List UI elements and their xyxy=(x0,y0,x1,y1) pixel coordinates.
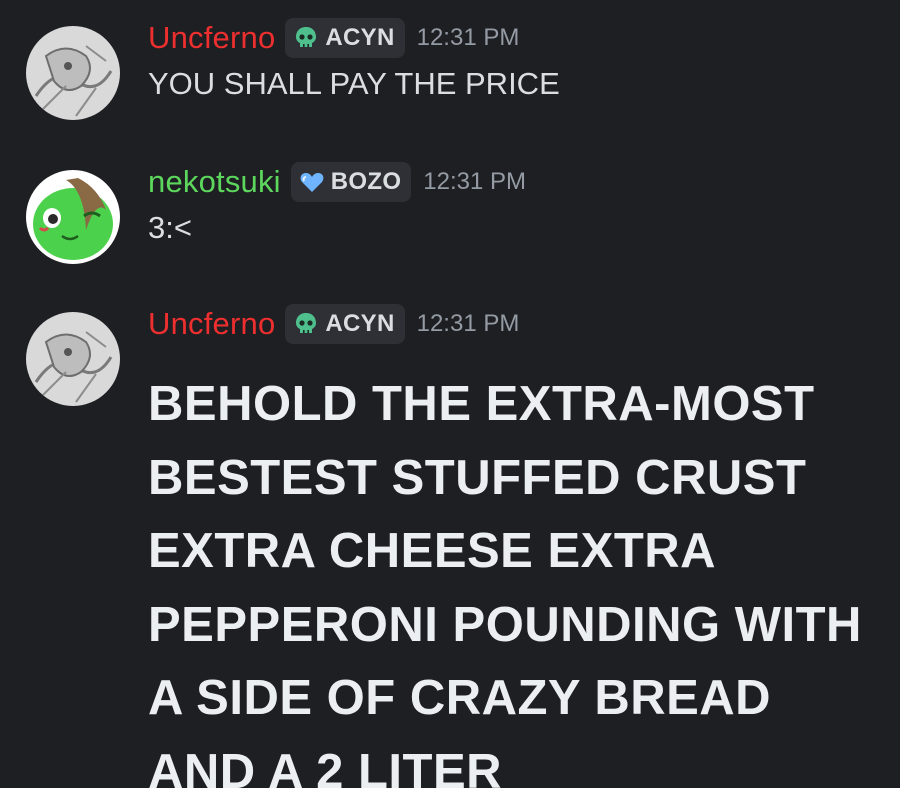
username[interactable]: Uncferno xyxy=(148,306,275,342)
message-header: nekotsuki BOZO 12:31 PM xyxy=(148,160,900,204)
message-content: YOU SHALL PAY THE PRICE xyxy=(148,66,560,101)
skull-icon xyxy=(293,311,319,337)
avatar[interactable] xyxy=(26,26,120,120)
message-header: Uncferno ACYN 12:31 PM xyxy=(148,16,900,60)
chat-message-list: Uncferno ACYN 12:31 PM YOU SHALL PAY THE… xyxy=(0,0,900,788)
message-content: 3:< xyxy=(148,210,192,245)
message-content: BEHOLD THE EXTRA-MOST BESTEST STUFFED CR… xyxy=(148,377,862,788)
chat-message: Uncferno ACYN 12:31 PM BEHOLD THE EXTRA-… xyxy=(0,302,900,788)
skull-icon xyxy=(293,25,319,51)
avatar[interactable] xyxy=(26,170,120,264)
chat-message: Uncferno ACYN 12:31 PM YOU SHALL PAY THE… xyxy=(0,16,900,120)
guild-tag[interactable]: ACYN xyxy=(285,304,405,344)
heart-icon xyxy=(299,169,325,195)
timestamp[interactable]: 12:31 PM xyxy=(423,168,526,196)
timestamp[interactable]: 12:31 PM xyxy=(417,24,520,52)
guild-tag[interactable]: ACYN xyxy=(285,18,405,58)
guild-tag-label: ACYN xyxy=(325,24,395,51)
message-header: Uncferno ACYN 12:31 PM xyxy=(148,302,900,346)
username[interactable]: nekotsuki xyxy=(148,164,281,200)
guild-tag[interactable]: BOZO xyxy=(290,162,412,202)
username[interactable]: Uncferno xyxy=(148,20,275,56)
guild-tag-label: ACYN xyxy=(325,310,395,337)
chat-message: nekotsuki BOZO 12:31 PM 3:< xyxy=(0,160,900,264)
guild-tag-label: BOZO xyxy=(330,168,402,195)
avatar[interactable] xyxy=(26,312,120,406)
timestamp[interactable]: 12:31 PM xyxy=(417,310,520,338)
